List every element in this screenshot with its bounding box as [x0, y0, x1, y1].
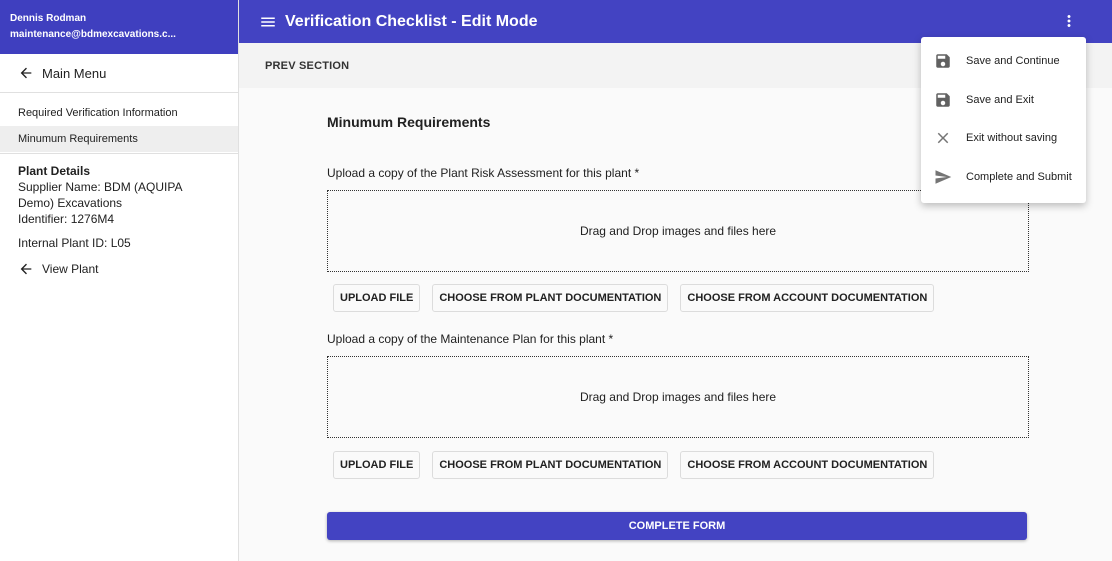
upload-button-row: UPLOAD FILE CHOOSE FROM PLANT DOCUMENTAT… — [333, 451, 935, 479]
internal-plant-id: Internal Plant ID: L05 — [18, 236, 131, 250]
user-name: Dennis Rodman — [10, 13, 87, 24]
nav-item-minimum-requirements[interactable]: Minumum Requirements — [0, 126, 238, 152]
upload-file-button[interactable]: UPLOAD FILE — [333, 284, 421, 312]
sidebar: Dennis Rodman maintenance@bdmexcavations… — [0, 0, 239, 561]
upload-label-risk-assessment: Upload a copy of the Plant Risk Assessme… — [327, 166, 640, 180]
main-menu-link[interactable]: Main Menu — [0, 54, 238, 93]
user-email: maintenance@bdmexcavations.c... — [10, 29, 176, 40]
dropzone-text: Drag and Drop images and files here — [579, 224, 777, 238]
view-plant-label: View Plant — [42, 262, 99, 276]
menu-item-exit-without-saving[interactable]: Exit without saving — [921, 119, 1086, 158]
plant-identifier: Identifier: 1276M4 — [18, 212, 115, 226]
page-title: Verification Checklist - Edit Mode — [285, 12, 538, 30]
section-nav: Required Verification Information Minumu… — [0, 93, 238, 152]
menu-item-save-continue[interactable]: Save and Continue — [921, 42, 1086, 81]
plant-details: Plant Details Supplier Name: BDM (AQUIPA… — [0, 154, 238, 251]
menu-item-label: Save and Exit — [966, 93, 1034, 106]
more-vert-icon[interactable] — [1060, 12, 1078, 30]
choose-account-documentation-button[interactable]: CHOOSE FROM ACCOUNT DOCUMENTATION — [680, 451, 935, 479]
menu-item-save-exit[interactable]: Save and Exit — [921, 81, 1086, 120]
upload-file-button[interactable]: UPLOAD FILE — [333, 451, 421, 479]
arrow-back-icon — [20, 67, 32, 79]
dropzone-maintenance-plan[interactable]: Drag and Drop images and files here — [327, 356, 1029, 438]
save-icon — [936, 54, 950, 68]
save-icon — [936, 93, 950, 107]
arrow-back-icon — [20, 263, 32, 275]
options-menu: Save and Continue Save and Exit Exit wit… — [921, 37, 1086, 203]
plant-details-title: Plant Details — [18, 164, 91, 178]
complete-form-button[interactable]: COMPLETE FORM — [327, 512, 1027, 540]
user-header: Dennis Rodman maintenance@bdmexcavations… — [0, 0, 238, 54]
section-title: Minumum Requirements — [327, 114, 491, 130]
nav-item-required-verification[interactable]: Required Verification Information — [0, 100, 238, 126]
nav-item-label: Required Verification Information — [18, 107, 178, 119]
menu-item-label: Save and Continue — [966, 55, 1060, 68]
choose-account-documentation-button[interactable]: CHOOSE FROM ACCOUNT DOCUMENTATION — [680, 284, 935, 312]
view-plant-link[interactable]: View Plant — [0, 261, 238, 277]
menu-item-label: Exit without saving — [966, 132, 1058, 145]
hamburger-menu-icon[interactable] — [259, 13, 277, 31]
choose-plant-documentation-button[interactable]: CHOOSE FROM PLANT DOCUMENTATION — [432, 284, 669, 312]
main-menu-label: Main Menu — [42, 65, 107, 81]
send-icon — [935, 170, 952, 184]
choose-plant-documentation-button[interactable]: CHOOSE FROM PLANT DOCUMENTATION — [432, 451, 669, 479]
upload-label-maintenance-plan: Upload a copy of the Maintenance Plan fo… — [327, 332, 614, 346]
close-icon — [937, 133, 949, 144]
upload-button-row: UPLOAD FILE CHOOSE FROM PLANT DOCUMENTAT… — [333, 284, 935, 312]
dropzone-text: Drag and Drop images and files here — [579, 390, 777, 404]
prev-section-button[interactable]: PREV SECTION — [265, 60, 349, 72]
menu-item-label: Complete and Submit — [966, 170, 1072, 183]
nav-item-label: Minumum Requirements — [18, 133, 138, 145]
supplier-name: Supplier Name: BDM (AQUIPA Demo) Excavat… — [18, 180, 182, 210]
menu-item-complete-submit[interactable]: Complete and Submit — [921, 158, 1086, 197]
